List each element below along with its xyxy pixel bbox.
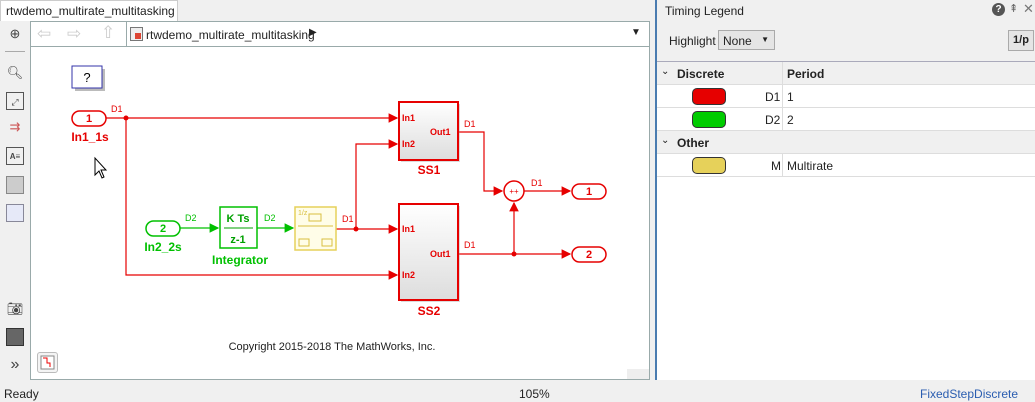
mouse-cursor-icon: [94, 156, 108, 179]
rate-label: D1: [111, 104, 123, 114]
outport-2[interactable]: 2: [571, 246, 607, 263]
svg-text:K Ts: K Ts: [226, 213, 249, 225]
color-swatch: [692, 111, 726, 128]
rate-period: 1: [787, 90, 794, 104]
rate-period: 2: [787, 113, 794, 127]
rate-period: Multirate: [787, 159, 834, 173]
inport-1[interactable]: 1 In1_1s: [71, 110, 109, 144]
group-header-other[interactable]: ⌄ Other: [657, 131, 1035, 154]
timing-legend-panel: Timing Legend ? ⇞ ✕ Highlight None ▼ 1/p…: [655, 0, 1035, 380]
svg-text:1: 1: [586, 186, 592, 198]
highlight-value: None: [723, 34, 752, 48]
group-header-discrete[interactable]: ⌄ Discrete Period: [657, 62, 1035, 85]
svg-text:1/z: 1/z: [298, 210, 308, 217]
color-swatch: [692, 88, 726, 105]
rate-label: D1: [342, 214, 354, 224]
subsystem-ss1[interactable]: In1 In2 Out1 SS1: [398, 101, 460, 177]
svg-text:In1_1s: In1_1s: [71, 130, 109, 144]
help-block[interactable]: ?: [71, 65, 105, 91]
panel-title: Timing Legend: [665, 4, 744, 18]
column-header-period: Period: [787, 67, 825, 81]
svg-text:Out1: Out1: [430, 249, 451, 259]
rate-label: D1: [464, 240, 476, 250]
period-button-label: 1/p: [1013, 34, 1029, 46]
rate-transition-block[interactable]: 1/z: [294, 206, 337, 251]
outport-1[interactable]: 1: [571, 183, 607, 200]
chevron-down-icon[interactable]: ⌄: [661, 66, 669, 77]
svg-text:1: 1: [86, 113, 92, 125]
group-label: Other: [677, 136, 710, 150]
svg-text:SS2: SS2: [418, 304, 441, 318]
svg-text:++: ++: [509, 187, 519, 196]
svg-text:SS1: SS1: [418, 163, 441, 177]
legend-row-m[interactable]: M Multirate: [657, 154, 1035, 177]
chevron-down-icon[interactable]: ⌄: [661, 135, 669, 146]
rate-label: D1: [464, 119, 476, 129]
svg-text:z-1: z-1: [230, 234, 245, 246]
close-icon[interactable]: ✕: [1023, 1, 1034, 17]
rate-label: D2: [185, 213, 197, 223]
period-toggle-button[interactable]: 1/p: [1008, 30, 1034, 51]
svg-text:In2: In2: [402, 270, 415, 280]
chevron-down-icon: ▼: [761, 35, 769, 44]
status-bar: Ready 105% FixedStepDiscrete: [0, 382, 1035, 402]
inport-2[interactable]: 2 In2_2s: [144, 220, 182, 254]
svg-text:2: 2: [586, 249, 592, 261]
solver-link[interactable]: FixedStepDiscrete: [920, 387, 1018, 401]
legend-row-d2[interactable]: D2 2: [657, 108, 1035, 131]
rate-label: D2: [264, 213, 276, 223]
color-swatch: [692, 157, 726, 174]
subsystem-ss2[interactable]: In1 In2 Out1 SS2: [398, 203, 460, 318]
help-icon[interactable]: ?: [992, 3, 1005, 16]
svg-text:In2: In2: [402, 139, 415, 149]
svg-text:In1: In1: [402, 224, 415, 234]
rate-label: D1: [531, 178, 543, 188]
legend-row-d1[interactable]: D1 1: [657, 85, 1035, 108]
svg-text:?: ?: [83, 70, 90, 85]
svg-text:2: 2: [160, 223, 166, 235]
svg-text:Integrator: Integrator: [212, 253, 268, 267]
pin-icon[interactable]: ⇞: [1009, 2, 1018, 15]
column-header-discrete: Discrete: [677, 67, 725, 81]
copyright-annotation: Copyright 2015-2018 The MathWorks, Inc.: [229, 341, 436, 353]
rate-name: D2: [765, 113, 781, 127]
highlight-label: Highlight: [669, 34, 716, 48]
rate-name: M: [771, 159, 781, 173]
zoom-level: 105%: [519, 387, 550, 401]
highlight-dropdown[interactable]: None ▼: [718, 30, 775, 50]
svg-text:In2_2s: In2_2s: [144, 240, 182, 254]
sum-block[interactable]: ++: [503, 180, 525, 202]
timing-legend-table: ⌄ Discrete Period D1 1 D2 2 ⌄ Other M Mu…: [657, 61, 1035, 380]
svg-text:In1: In1: [402, 113, 415, 123]
status-text: Ready: [4, 387, 39, 401]
integrator-block[interactable]: K Ts z-1 Integrator: [212, 206, 268, 267]
svg-text:Out1: Out1: [430, 127, 451, 137]
rate-name: D1: [765, 90, 781, 104]
